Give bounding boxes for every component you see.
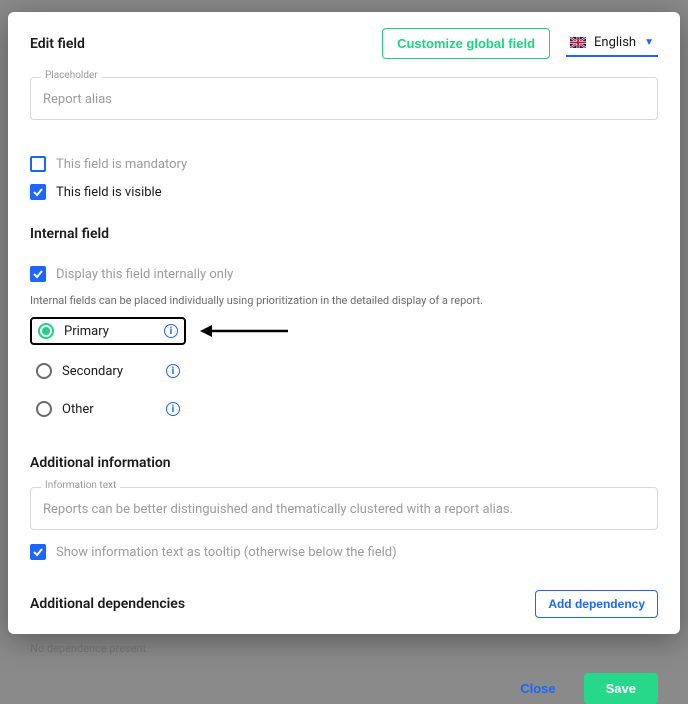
tooltip-checkbox[interactable]	[30, 544, 46, 560]
no-dependencies-text: No dependence present	[30, 642, 658, 655]
information-text-legend: Information text	[41, 480, 120, 491]
placeholder-legend: Placeholder	[41, 70, 102, 81]
info-icon[interactable]: i	[164, 324, 178, 338]
language-label: English	[594, 35, 636, 50]
priority-primary-label: Primary	[64, 324, 109, 339]
information-text-field[interactable]: Information text Reports can be better d…	[30, 487, 658, 530]
priority-secondary-label: Secondary	[62, 364, 123, 379]
language-select[interactable]: English ▼	[566, 31, 658, 57]
info-icon[interactable]: i	[166, 402, 180, 416]
internal-section-title: Internal field	[30, 226, 658, 242]
internal-help-text: Internal fields can be placed individual…	[30, 294, 658, 307]
additional-info-title: Additional information	[30, 455, 658, 471]
arrow-left-icon	[200, 322, 290, 340]
info-icon[interactable]: i	[166, 364, 180, 378]
information-text-value: Reports can be better distinguished and …	[43, 502, 645, 517]
visible-checkbox[interactable]	[30, 184, 46, 200]
modal-title: Edit field	[30, 36, 85, 52]
save-button[interactable]: Save	[584, 673, 658, 704]
mandatory-label: This field is mandatory	[56, 157, 187, 172]
priority-primary-radio[interactable]	[38, 323, 54, 339]
internal-only-row: Display this field internally only	[30, 266, 658, 282]
close-button[interactable]: Close	[506, 673, 569, 704]
edit-field-modal: Edit field Customize global field Englis…	[8, 12, 680, 634]
priority-radio-group: Primary i Secondary i Other i	[30, 317, 658, 435]
customize-global-field-button[interactable]: Customize global field	[382, 28, 550, 59]
modal-footer: Close Save	[30, 655, 658, 704]
internal-only-checkbox[interactable]	[30, 266, 46, 282]
tooltip-row: Show information text as tooltip (otherw…	[30, 544, 658, 560]
priority-secondary-row[interactable]: Secondary i	[30, 359, 186, 383]
placeholder-value: Report alias	[43, 92, 645, 107]
caret-down-icon: ▼	[644, 37, 654, 48]
add-dependency-button[interactable]: Add dependency	[535, 590, 658, 618]
header-right: Customize global field English ▼	[382, 28, 658, 59]
priority-primary-row[interactable]: Primary i	[30, 317, 186, 345]
placeholder-field[interactable]: Placeholder Report alias	[30, 77, 658, 120]
mandatory-checkbox[interactable]	[30, 156, 46, 172]
visible-label: This field is visible	[56, 185, 162, 200]
tooltip-label: Show information text as tooltip (otherw…	[56, 545, 397, 560]
priority-other-label: Other	[62, 402, 94, 417]
dependencies-header: Additional dependencies Add dependency	[30, 590, 658, 618]
priority-other-radio[interactable]	[36, 401, 52, 417]
modal-header: Edit field Customize global field Englis…	[30, 28, 658, 59]
internal-only-label: Display this field internally only	[56, 267, 233, 282]
uk-flag-icon	[570, 37, 586, 48]
priority-other-row[interactable]: Other i	[30, 397, 186, 421]
dependencies-title: Additional dependencies	[30, 596, 185, 612]
visible-row: This field is visible	[30, 184, 658, 200]
mandatory-row: This field is mandatory	[30, 156, 658, 172]
priority-secondary-radio[interactable]	[36, 363, 52, 379]
